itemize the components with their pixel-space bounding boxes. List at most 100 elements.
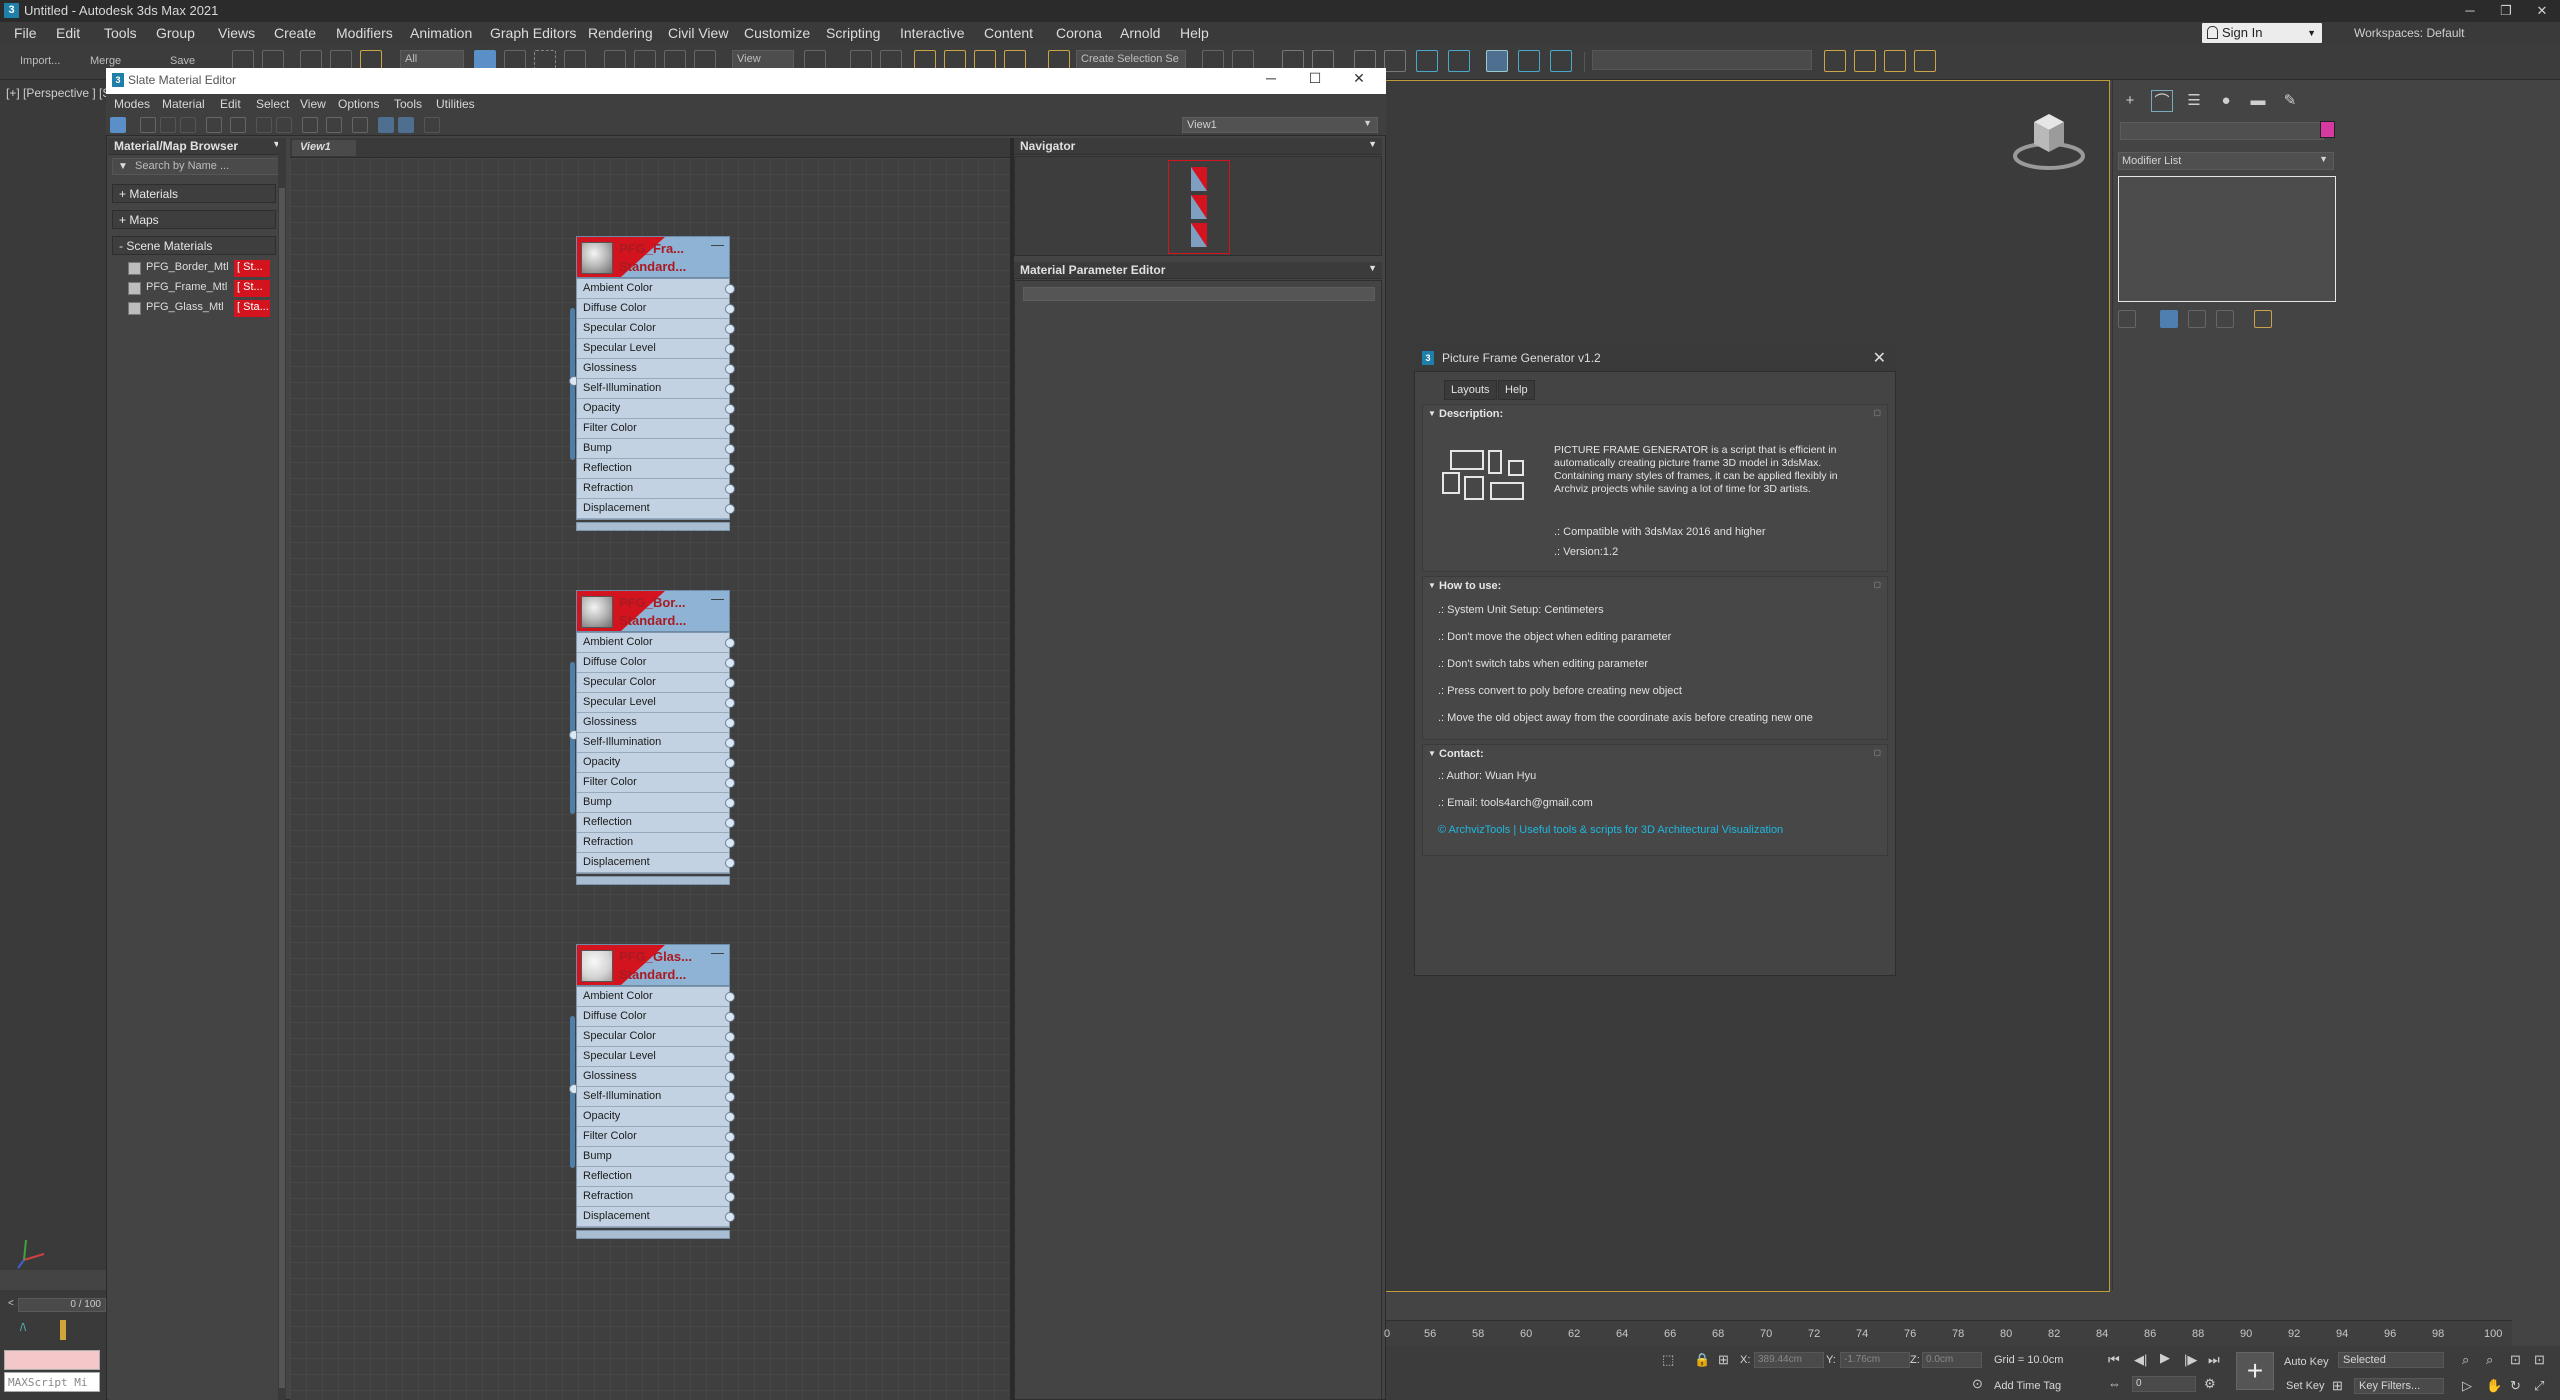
key-filters-button[interactable]: Key Filters... — [2354, 1378, 2444, 1394]
close-icon[interactable]: ✕ — [1344, 70, 1374, 87]
category-maps[interactable]: + Maps — [112, 210, 276, 229]
search-field[interactable] — [1592, 50, 1812, 70]
go-to-end-icon[interactable]: ⏭ — [2208, 1352, 2220, 1368]
menu-corona[interactable]: Corona — [1056, 25, 1102, 41]
save-project-icon[interactable] — [1854, 50, 1876, 72]
frame-counter[interactable]: 0 / 100 — [18, 1298, 106, 1312]
zoom-extents-icon[interactable]: ⊡ — [2510, 1352, 2521, 1368]
list-item[interactable]: PFG_Frame_Mtl [ St... — [126, 280, 270, 297]
slot-ambient-color[interactable]: Ambient Color — [577, 633, 735, 653]
menu-civil-view[interactable]: Civil View — [668, 25, 728, 41]
close-icon[interactable]: ✕ — [1873, 348, 1886, 368]
current-frame-field[interactable]: 0 — [2132, 1376, 2196, 1392]
menu-rendering[interactable]: Rendering — [588, 25, 653, 41]
selection-filter-dropdown[interactable]: All — [400, 50, 464, 70]
node-header[interactable]: PFG_Bor... Standard... — — [576, 590, 730, 632]
maxscript-listener-input[interactable]: MAXScript Mi — [4, 1372, 100, 1392]
utilities-tab-icon[interactable]: ✎ — [2279, 90, 2301, 112]
slot-port[interactable] — [725, 1212, 735, 1222]
slot-port[interactable] — [725, 658, 735, 668]
slot-specular-color[interactable]: Specular Color — [577, 319, 735, 339]
slot-refraction[interactable]: Refraction — [577, 479, 735, 499]
assign-material-icon[interactable] — [180, 117, 196, 133]
time-tag-icon[interactable]: ⊙ — [1972, 1376, 1983, 1392]
pin-stack-icon[interactable] — [2118, 310, 2136, 328]
field-of-view-icon[interactable]: ▷ — [2462, 1378, 2472, 1394]
sign-in-button[interactable]: Sign In ▼ — [2202, 23, 2322, 43]
slot-displacement[interactable]: Displacement — [577, 499, 735, 519]
render-production-icon[interactable] — [1550, 50, 1572, 72]
remove-modifier-icon[interactable] — [2216, 310, 2234, 328]
slot-port[interactable] — [725, 1052, 735, 1062]
menu-content[interactable]: Content — [984, 25, 1033, 41]
maximize-icon[interactable]: ☐ — [1300, 70, 1330, 87]
delete-selected-icon[interactable] — [230, 117, 246, 133]
slot-port[interactable] — [725, 992, 735, 1002]
parameter-editor-icon[interactable] — [398, 117, 414, 133]
pan-icon[interactable]: ✋ — [2486, 1378, 2502, 1394]
select-tool-icon[interactable] — [110, 117, 126, 133]
object-name-field[interactable] — [2120, 122, 2324, 140]
slot-port[interactable] — [725, 1072, 735, 1082]
reference-coordinate-dropdown[interactable]: View — [732, 50, 794, 70]
hierarchy-tab-icon[interactable]: ☰ — [2183, 90, 2205, 112]
import-button[interactable]: Import... — [20, 55, 60, 67]
slot-self-illumination[interactable]: Self-Illumination — [577, 733, 735, 753]
slot-port[interactable] — [725, 638, 735, 648]
render-setup-icon[interactable] — [1486, 50, 1508, 72]
maxscript-output[interactable] — [4, 1350, 100, 1370]
slot-reflection[interactable]: Reflection — [577, 459, 735, 479]
slot-port[interactable] — [725, 838, 735, 848]
slot-specular-level[interactable]: Specular Level — [577, 693, 735, 713]
viewport-label[interactable]: [+] [Perspective ] [S — [6, 86, 110, 100]
absolute-mode-icon[interactable]: ⊞ — [1718, 1352, 1729, 1368]
slot-diffuse-color[interactable]: Diffuse Color — [577, 653, 735, 673]
key-mode-icon[interactable]: ⇔ — [2108, 1376, 2121, 1391]
layout-children-icon[interactable] — [352, 117, 368, 133]
next-frame-icon[interactable]: |▶ — [2184, 1352, 2197, 1368]
motion-tab-icon[interactable]: ● — [2215, 90, 2237, 112]
slot-port[interactable] — [725, 424, 735, 434]
navigator-view-box[interactable] — [1168, 160, 1230, 254]
collapse-icon[interactable]: ▼ — [1428, 749, 1436, 758]
slot-bump[interactable]: Bump — [577, 1147, 735, 1167]
menu-file[interactable]: File — [14, 25, 37, 41]
slate-menu-select[interactable]: Select — [256, 97, 289, 111]
view-dropdown[interactable]: View1 ▼ — [1182, 117, 1378, 133]
slot-port[interactable] — [725, 718, 735, 728]
key-filters-icon[interactable]: ⊞ — [2332, 1378, 2343, 1394]
slot-port[interactable] — [725, 1172, 735, 1182]
slot-filter-color[interactable]: Filter Color — [577, 1127, 735, 1147]
slot-reflection[interactable]: Reflection — [577, 1167, 735, 1187]
menu-edit[interactable]: Edit — [56, 25, 80, 41]
set-key-button[interactable]: Set Key — [2286, 1380, 2325, 1392]
slot-port[interactable] — [725, 1032, 735, 1042]
parameter-name-field[interactable] — [1023, 287, 1375, 301]
minimize-icon[interactable]: ─ — [2452, 0, 2488, 22]
slate-menu-modes[interactable]: Modes — [114, 97, 150, 111]
slot-opacity[interactable]: Opacity — [577, 399, 735, 419]
list-item[interactable]: PFG_Border_Mtl [ St... — [126, 260, 270, 277]
show-background-icon[interactable] — [302, 117, 318, 133]
slot-specular-color[interactable]: Specular Color — [577, 1027, 735, 1047]
isolate-icon[interactable]: ⬚ — [1662, 1352, 1674, 1368]
slot-port[interactable] — [725, 778, 735, 788]
rendered-frame-window-icon[interactable] — [1518, 50, 1540, 72]
slot-port[interactable] — [725, 698, 735, 708]
slot-port[interactable] — [725, 404, 735, 414]
set-keys-icon[interactable]: + — [2236, 1352, 2274, 1390]
menu-tools[interactable]: Tools — [104, 25, 137, 41]
show-end-result-icon[interactable] — [2160, 310, 2178, 328]
slot-bump[interactable]: Bump — [577, 439, 735, 459]
put-to-scene-icon[interactable] — [160, 117, 176, 133]
slot-bump[interactable]: Bump — [577, 793, 735, 813]
slot-specular-level[interactable]: Specular Level — [577, 1047, 735, 1067]
perspective-viewport[interactable] — [0, 80, 106, 1270]
workspaces-dropdown[interactable]: Workspaces: Default — [2354, 26, 2465, 40]
save-button[interactable]: Save — [170, 55, 195, 67]
slot-port[interactable] — [725, 678, 735, 688]
slate-menu-utilities[interactable]: Utilities — [436, 97, 475, 111]
scrollbar-thumb[interactable] — [279, 188, 285, 1388]
zoom-extents-all-icon[interactable]: ⊡ — [2534, 1352, 2545, 1368]
auto-key-button[interactable]: Auto Key — [2284, 1356, 2329, 1368]
